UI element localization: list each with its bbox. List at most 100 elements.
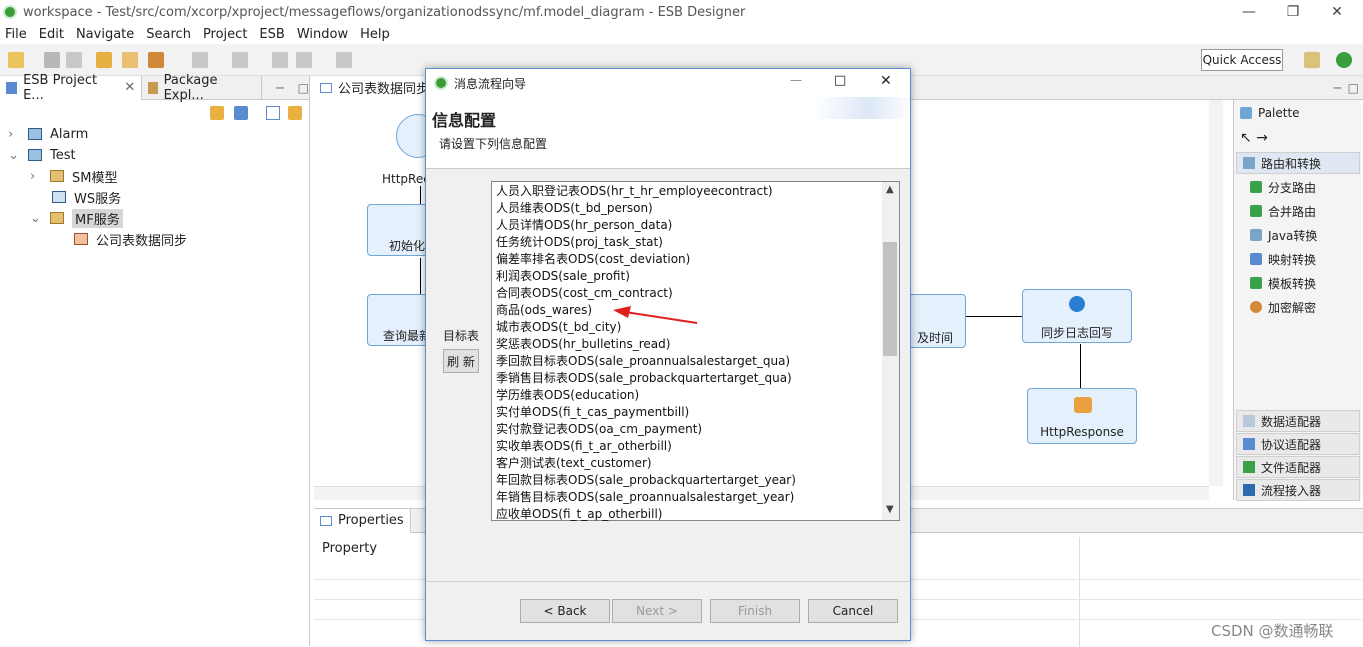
quick-access-field[interactable]: Quick Access [1201,49,1283,71]
menu-window[interactable]: Window [292,27,355,42]
chevron-right-icon[interactable]: › [30,169,42,184]
palette-item-template-transform[interactable]: 模板转换 [1250,272,1316,294]
scroll-down-icon[interactable]: ▼ [886,504,894,515]
time-node[interactable]: 及时间 [904,294,966,348]
maximize-dialog-button[interactable]: □ [834,73,846,88]
back-button[interactable]: < Back [520,599,610,623]
cancel-button[interactable]: Cancel [808,599,898,623]
palette-item-map-transform[interactable]: 映射转换 [1250,248,1316,270]
finish-button[interactable]: Finish [710,599,800,623]
list-item[interactable]: 客户测试表(text_customer) [492,455,882,472]
next-annotation-icon[interactable] [192,52,208,68]
target-table-list[interactable]: 人员入职登记表ODS(hr_t_hr_employeecontract) 人员维表… [491,181,900,521]
minimize-view-icon[interactable]: ─ [276,81,283,95]
palette-item-label: Java转换 [1268,228,1318,243]
list-item[interactable]: 利润表ODS(sale_profit) [492,268,882,285]
link-editor-icon[interactable] [288,106,302,120]
tab-properties[interactable]: Properties [314,508,411,533]
list-item[interactable]: 年回款目标表ODS(sale_probackquartertarget_year… [492,472,882,489]
close-dialog-button[interactable]: ✕ [880,73,892,89]
menu-file[interactable]: File [0,27,34,42]
menu-search[interactable]: Search [141,27,198,42]
prev-annotation-icon[interactable] [232,52,248,68]
select-arrow-icon[interactable]: ↖ → [1240,130,1268,146]
tab-esb-project-explorer[interactable]: ESB Project E... ✕ [0,73,143,103]
list-item[interactable]: 奖惩表ODS(hr_bulletins_read) [492,336,882,353]
menu-project[interactable]: Project [198,27,254,42]
scrollbar-thumb[interactable] [883,242,897,356]
scroll-up-icon[interactable]: ▲ [886,184,894,195]
next-button[interactable]: Next > [612,599,702,623]
back-nav-icon[interactable] [296,52,312,68]
run-icon[interactable] [148,52,164,68]
maximize-view-icon[interactable]: □ [298,81,309,95]
list-item[interactable]: 合同表ODS(cost_cm_contract) [492,285,882,302]
http-response-icon [1074,397,1092,413]
palette-group-protocol-adapter[interactable]: 协议适配器 [1236,433,1360,455]
chevron-down-icon[interactable]: ⌄ [30,211,42,226]
new-icon[interactable] [8,52,24,68]
open-folder-icon[interactable] [122,52,138,68]
tree-item-alarm[interactable]: › Alarm [8,124,88,144]
tree-label: Alarm [50,126,89,142]
menu-help[interactable]: Help [355,27,397,42]
close-window-button[interactable]: ✕ [1314,0,1360,24]
palette-group-flow-connector[interactable]: 流程接入器 [1236,479,1360,501]
restore-button[interactable]: ❐ [1270,0,1316,24]
palette-group-data-adapter[interactable]: 数据适配器 [1236,410,1360,432]
list-item[interactable]: 季回款目标表ODS(sale_proannualsalestarget_qua) [492,353,882,370]
list-scrollbar[interactable]: ▲ ▼ [882,182,899,520]
last-edit-icon[interactable] [272,52,288,68]
forward-nav-icon[interactable] [336,52,352,68]
tree-item-ws-service[interactable]: WS服务 [52,187,121,207]
message-flow-wizard-dialog: 消息流程向导 — □ ✕ 信息配置 请设置下列信息配置 目标表 刷 新 人员入职… [425,68,911,641]
save-view-icon[interactable] [234,106,248,120]
chevron-down-icon[interactable]: ⌄ [8,148,20,163]
list-item[interactable]: 季销售目标表ODS(sale_probackquartertarget_qua) [492,370,882,387]
list-item[interactable]: 人员详情ODS(hr_person_data) [492,217,882,234]
list-item[interactable]: 偏差率排名表ODS(cost_deviation) [492,251,882,268]
menu-edit[interactable]: Edit [34,27,71,42]
menu-esb[interactable]: ESB [254,27,291,42]
sync-log-node[interactable]: 同步日志回写 [1022,289,1132,343]
save-icon[interactable] [44,52,60,68]
http-response-node[interactable]: HttpResponse [1027,388,1137,444]
minimize-dialog-button[interactable]: — [790,73,802,87]
menu-navigate[interactable]: Navigate [71,27,141,42]
list-item[interactable]: 学历维表ODS(education) [492,387,882,404]
palette-item-encrypt[interactable]: 加密解密 [1250,296,1316,318]
list-item[interactable]: 任务统计ODS(proj_task_stat) [492,234,882,251]
minimize-view-icon[interactable]: ─ [1334,81,1341,95]
list-item[interactable]: 应收单ODS(fi_t_ap_otherbill) [492,506,882,523]
save-all-icon[interactable] [66,52,82,68]
tab-diagram[interactable]: 公司表数据同步 [314,75,437,100]
list-item[interactable]: 人员维表ODS(t_bd_person) [492,200,882,217]
sync-icon[interactable] [210,106,224,120]
palette-group-routing[interactable]: 路由和转换 [1236,152,1360,174]
list-item[interactable]: 实付款登记表ODS(oa_cm_payment) [492,421,882,438]
vertical-scrollbar[interactable] [1209,100,1223,486]
palette-item-merge-route[interactable]: 合并路由 [1250,200,1316,222]
palette-item-java-transform[interactable]: Java转换 [1250,224,1317,246]
minimize-button[interactable]: — [1226,0,1272,24]
palette-group-file-adapter[interactable]: 文件适配器 [1236,456,1360,478]
refresh-button[interactable]: 刷 新 [443,349,479,373]
collapse-all-icon[interactable] [266,106,280,120]
tree-item-test[interactable]: ⌄ Test [8,145,76,165]
list-item[interactable]: 实收单表ODS(fi_t_ar_otherbill) [492,438,882,455]
list-item[interactable]: 年销售目标表ODS(sale_proannualsalestarget_year… [492,489,882,506]
close-icon[interactable]: ✕ [124,80,135,95]
open-perspective-icon[interactable] [1304,52,1320,68]
build-icon[interactable] [96,52,112,68]
tree-item-company-sync[interactable]: 公司表数据同步 [74,229,187,249]
tree-item-mf-service[interactable]: ⌄ MF服务 [30,208,123,228]
chevron-right-icon[interactable]: › [8,127,20,142]
palette-header: Palette [1240,106,1300,120]
tab-package-explorer[interactable]: Package Expl... [142,73,263,103]
maximize-view-icon[interactable]: □ [1348,81,1359,95]
tree-item-sm-model[interactable]: › SM模型 [30,166,117,186]
list-item[interactable]: 实付单ODS(fi_t_cas_paymentbill) [492,404,882,421]
list-item[interactable]: 人员入职登记表ODS(hr_t_hr_employeecontract) [492,183,882,200]
palette-item-branch-route[interactable]: 分支路由 [1250,176,1316,198]
esb-perspective-icon[interactable] [1336,52,1352,68]
